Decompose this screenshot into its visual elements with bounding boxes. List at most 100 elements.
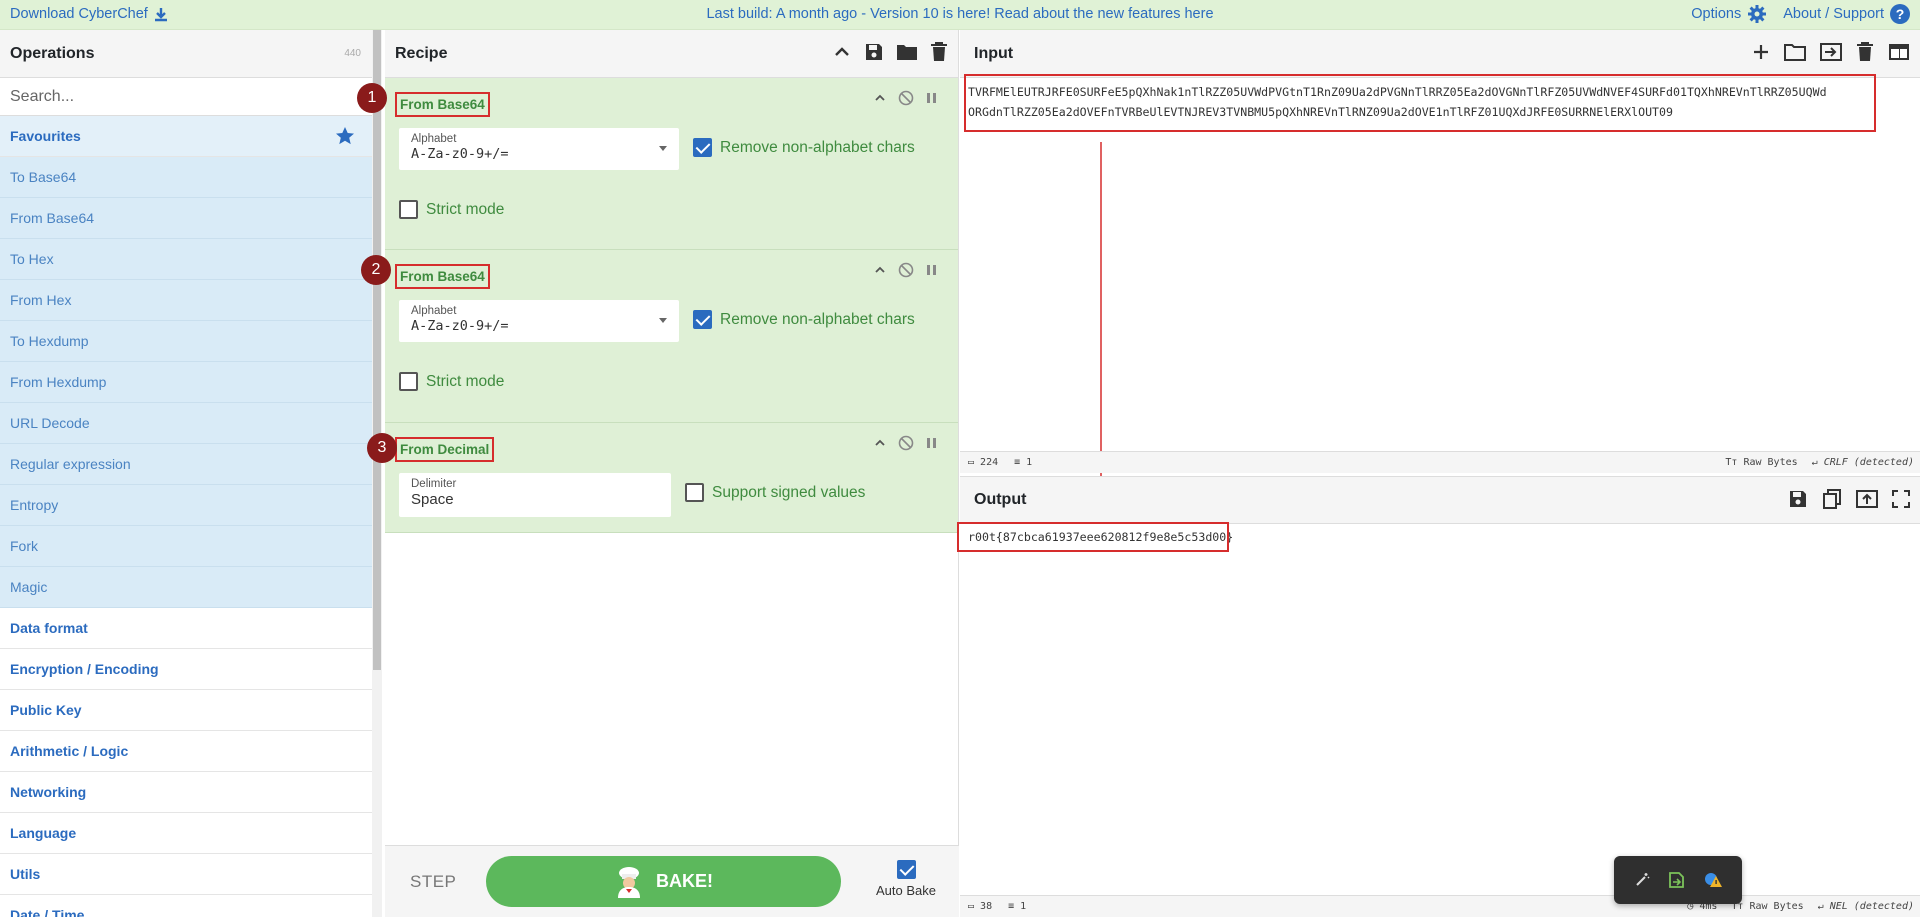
star-icon[interactable]: [335, 126, 355, 146]
category-language[interactable]: Language: [0, 813, 373, 854]
op-to-base64[interactable]: To Base64: [0, 157, 373, 198]
disable-icon[interactable]: [898, 90, 914, 106]
caret-down-icon: [659, 146, 667, 151]
op-entropy[interactable]: Entropy: [0, 485, 373, 526]
collapse-all-icon[interactable]: [832, 42, 852, 62]
recipe-op-3: From Decimal Delimiter Space Support sig…: [385, 423, 958, 533]
category-date-time[interactable]: Date / Time: [0, 895, 373, 917]
op-url-decode[interactable]: URL Decode: [0, 403, 373, 444]
input-raw-bytes[interactable]: Tт Raw Bytes: [1725, 457, 1797, 468]
download-link[interactable]: Download CyberChef: [10, 6, 168, 22]
folder-icon[interactable]: [896, 42, 918, 62]
pause-icon[interactable]: [926, 436, 938, 450]
pause-icon[interactable]: [926, 91, 938, 105]
support-signed-values-checkbox[interactable]: Support signed values: [685, 483, 865, 502]
checkbox-label: Remove non-alphabet chars: [720, 138, 915, 156]
chef-icon: [618, 866, 640, 898]
op-from-hex[interactable]: From Hex: [0, 280, 373, 321]
bake-button[interactable]: BAKE!: [486, 856, 841, 907]
category-arithmetic-logic[interactable]: Arithmetic / Logic: [0, 731, 373, 772]
maximize-icon[interactable]: [1892, 490, 1910, 508]
output-raw-bytes[interactable]: Tт Raw Bytes: [1731, 901, 1803, 912]
scrollbar-thumb[interactable]: [373, 30, 381, 670]
checkbox-label: Strict mode: [426, 200, 505, 218]
op-regular-expression[interactable]: Regular expression: [0, 444, 373, 485]
chevron-up-icon[interactable]: [874, 92, 886, 104]
op-from-base64[interactable]: From Base64: [0, 198, 373, 239]
replace-input-icon[interactable]: [1856, 489, 1878, 509]
build-notice-link[interactable]: Last build: A month ago - Version 10 is …: [706, 6, 1213, 22]
alphabet-value: A-Za-z0-9+/=: [411, 146, 509, 162]
checkbox-checked[interactable]: [693, 310, 712, 329]
op-fork[interactable]: Fork: [0, 526, 373, 567]
alphabet-value: A-Za-z0-9+/=: [411, 318, 509, 334]
file-export-icon[interactable]: [1668, 871, 1686, 889]
operations-count: 440: [344, 48, 361, 59]
recipe-op-title[interactable]: From Base64: [395, 92, 490, 117]
step-button[interactable]: STEP: [410, 872, 456, 892]
warning-icon[interactable]: [1703, 871, 1723, 889]
disable-icon[interactable]: [898, 262, 914, 278]
alphabet-dropdown[interactable]: Alphabet A-Za-z0-9+/=: [399, 300, 679, 342]
op-from-hexdump[interactable]: From Hexdump: [0, 362, 373, 403]
checkbox-unchecked[interactable]: [685, 483, 704, 502]
operations-panel: Operations 440 Favourites To Base64 From…: [0, 30, 374, 917]
save-icon[interactable]: [864, 42, 884, 62]
operations-title: Operations: [10, 44, 95, 62]
recipe-op-title[interactable]: From Base64: [395, 264, 490, 289]
checkbox-unchecked[interactable]: [399, 372, 418, 391]
output-eol[interactable]: ↵ NEL (detected): [1818, 901, 1914, 912]
chevron-up-icon[interactable]: [874, 264, 886, 276]
help-icon: ?: [1890, 4, 1910, 24]
magic-wand-icon[interactable]: [1633, 871, 1651, 889]
auto-bake-checkbox[interactable]: [896, 860, 916, 879]
svg-text:?: ?: [1896, 6, 1905, 22]
checkbox-checked[interactable]: [693, 138, 712, 157]
remove-non-alphabet-checkbox[interactable]: Remove non-alphabet chars: [693, 138, 915, 157]
op-to-hex[interactable]: To Hex: [0, 239, 373, 280]
save-output-icon[interactable]: [1788, 489, 1808, 509]
bake-bar: STEP BAKE! Auto Bake: [385, 845, 959, 917]
about-label: About / Support: [1783, 6, 1884, 22]
checkbox-label: Support signed values: [712, 483, 866, 501]
checkbox-unchecked[interactable]: [399, 200, 418, 219]
strict-mode-checkbox[interactable]: Strict mode: [399, 200, 504, 219]
category-favourites[interactable]: Favourites: [0, 116, 373, 157]
input-status-bar: ▭ 224 ≡ 1 Tт Raw Bytes ↵ CRLF (detected): [960, 451, 1920, 473]
options-button[interactable]: Options: [1691, 4, 1767, 24]
op-magic[interactable]: Magic: [0, 567, 373, 608]
recipe-op-title[interactable]: From Decimal: [395, 437, 495, 462]
alphabet-label: Alphabet: [411, 305, 457, 317]
op-to-hexdump[interactable]: To Hexdump: [0, 321, 373, 362]
category-utils[interactable]: Utils: [0, 854, 373, 895]
auto-bake-label: Auto Bake: [876, 883, 936, 898]
auto-bake-toggle[interactable]: Auto Bake: [871, 860, 941, 898]
category-encryption-encoding[interactable]: Encryption / Encoding: [0, 649, 373, 690]
remove-non-alphabet-checkbox[interactable]: Remove non-alphabet chars: [693, 310, 915, 329]
disable-icon[interactable]: [898, 435, 914, 451]
alphabet-label: Alphabet: [411, 133, 457, 145]
chevron-up-icon[interactable]: [874, 437, 886, 449]
download-label: Download CyberChef: [10, 6, 148, 22]
copy-icon[interactable]: [1822, 489, 1842, 509]
arrow-annotation: [1096, 142, 1106, 502]
category-data-format[interactable]: Data format: [0, 608, 373, 649]
options-label: Options: [1691, 6, 1742, 22]
output-title: Output: [974, 491, 1027, 508]
strict-mode-checkbox[interactable]: Strict mode: [399, 372, 504, 391]
recipe-op-1: From Base64 Alphabet A-Za-z0-9+/= Remove…: [385, 78, 958, 250]
category-public-key[interactable]: Public Key: [0, 690, 373, 731]
pause-icon[interactable]: [926, 263, 938, 277]
delimiter-value: Space: [411, 491, 454, 508]
input-line-count: ≡ 1: [1014, 457, 1033, 468]
alphabet-dropdown[interactable]: Alphabet A-Za-z0-9+/=: [399, 128, 679, 170]
search-input[interactable]: [10, 87, 363, 106]
trash-icon[interactable]: [930, 42, 948, 62]
output-header: Output: [960, 476, 1920, 524]
about-support-button[interactable]: About / Support ?: [1783, 4, 1910, 24]
operations-scrollbar[interactable]: [372, 30, 382, 917]
category-networking[interactable]: Networking: [0, 772, 373, 813]
delimiter-field[interactable]: Delimiter Space: [399, 473, 671, 517]
input-eol[interactable]: ↵ CRLF (detected): [1812, 457, 1914, 468]
download-icon: [154, 7, 167, 21]
